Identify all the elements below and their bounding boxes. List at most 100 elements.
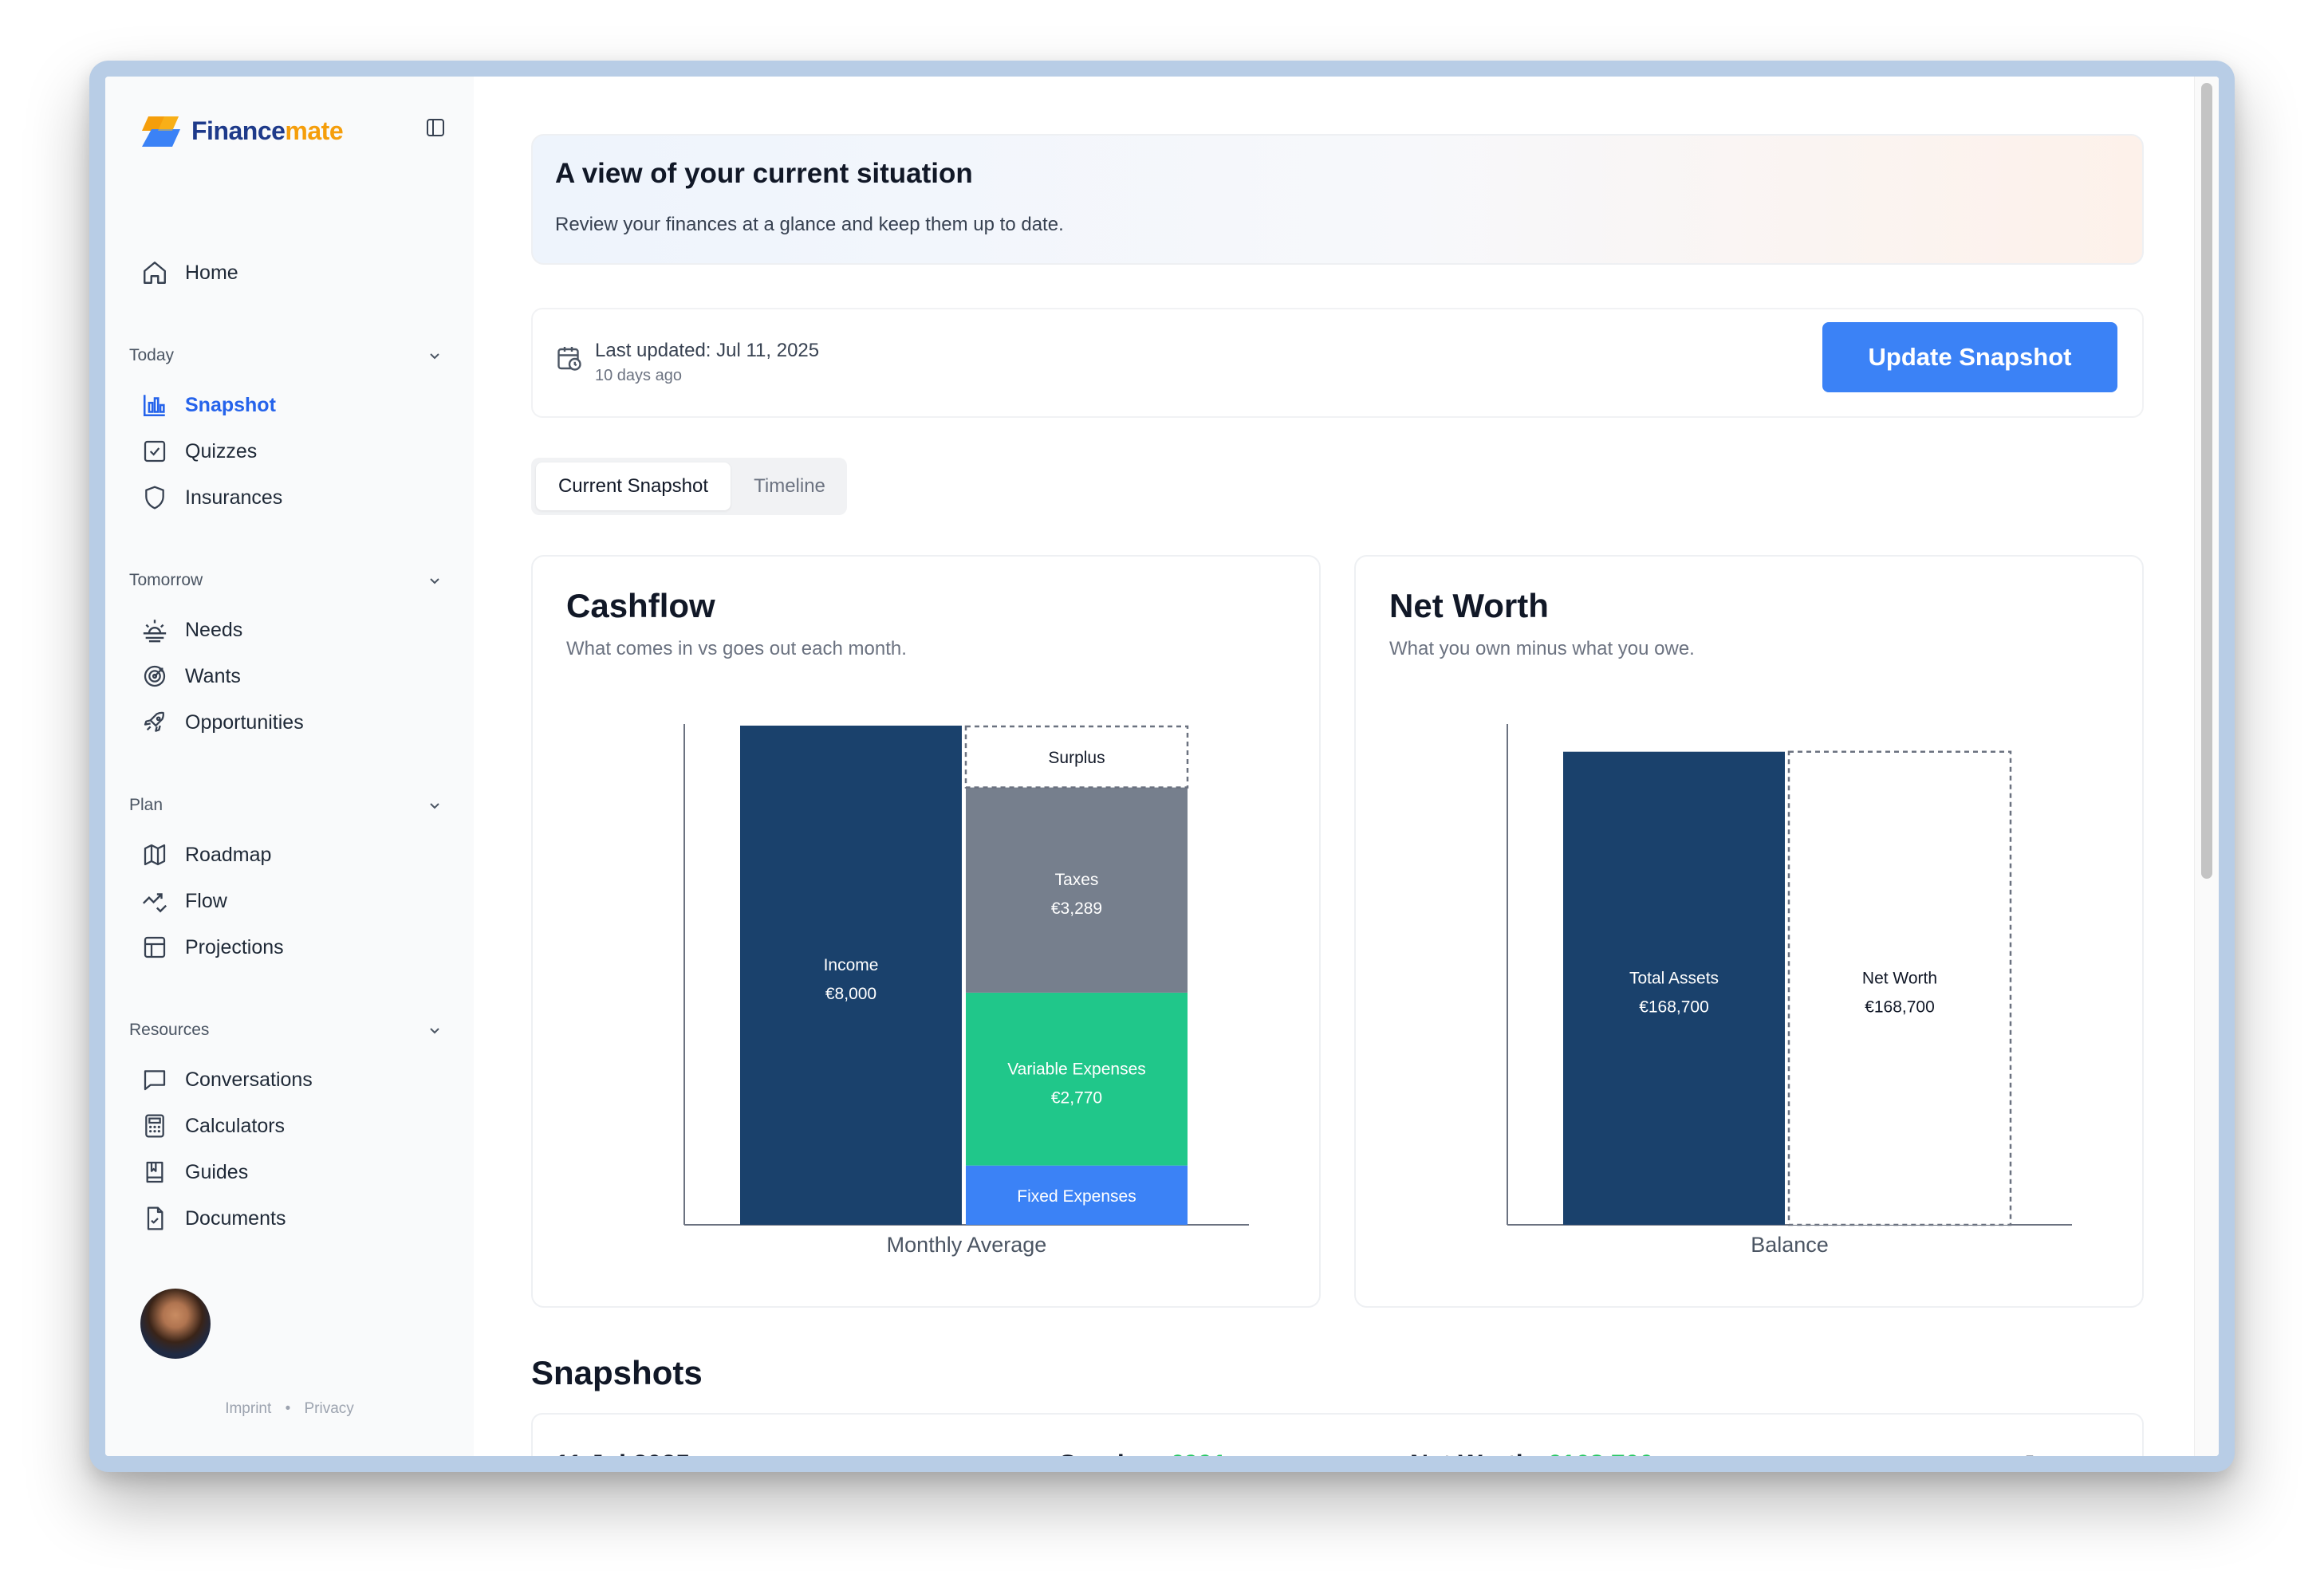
bar-variable-expenses-value-label: €2,770	[1051, 1088, 1102, 1107]
bar-taxes-value-label: €3,289	[1051, 899, 1102, 918]
snapshot-networth: Net Worth: €168,700	[1410, 1450, 1653, 1456]
section-title: Plan	[129, 796, 163, 814]
rocket-icon	[139, 706, 171, 738]
sidebar-toggle-icon	[427, 119, 444, 136]
bar-net-worth[interactable]	[1787, 750, 2012, 1226]
update-card: Last updated: Jul 11, 2025 10 days ago U…	[531, 308, 2144, 418]
bar-taxes[interactable]	[966, 787, 1188, 993]
sidebar-item-opportunities[interactable]: Opportunities	[129, 702, 448, 743]
chevron-down-icon	[430, 353, 439, 360]
privacy-link[interactable]: Privacy	[305, 1400, 354, 1417]
sidebar-item-needs[interactable]: Needs	[129, 609, 448, 651]
cashflow-chart: Income €8,000 Fixed Expenses Variable Expen…	[683, 724, 1249, 1257]
networth-value: €168,700	[1547, 1450, 1653, 1456]
sidebar-item-home[interactable]: Home	[129, 252, 448, 293]
calendar-clock-icon	[557, 347, 581, 371]
logo[interactable]: Finance mate	[140, 112, 344, 150]
section-header-today[interactable]: Today	[129, 340, 448, 372]
networth-chart: Total Assets €168,700 Net Worth €168,700 Ba…	[1507, 724, 2072, 1257]
bar-total-assets-name-label: Total Assets	[1629, 969, 1719, 987]
sidebar-item-label: Opportunities	[185, 710, 304, 734]
sidebar-item-guides[interactable]: Guides	[129, 1151, 448, 1193]
x-axis-label: Monthly Average	[887, 1233, 1047, 1257]
avatar[interactable]	[140, 1289, 211, 1359]
scrollbar[interactable]	[2194, 77, 2219, 1456]
book-icon	[139, 1156, 171, 1188]
page-subtitle: Review your finances at a glance and kee…	[555, 214, 1064, 235]
main-content: A view of your current situation Review …	[474, 77, 2219, 1456]
surplus-label: Surplus:	[1059, 1450, 1170, 1456]
bar-total-assets-value-label: €168,700	[1639, 998, 1709, 1016]
table-icon	[139, 931, 171, 963]
sidebar-item-label: Wants	[185, 664, 241, 687]
trash-icon[interactable]	[2019, 1453, 2040, 1456]
hero-banner: A view of your current situation Review …	[531, 134, 2144, 265]
cashflow-card: Cashflow What comes in vs goes out each …	[531, 555, 1321, 1308]
sidebar-item-label: Insurances	[185, 486, 283, 509]
logo-mark-icon	[142, 116, 180, 147]
surplus-value: €991	[1170, 1450, 1227, 1456]
sidebar-toggle-button[interactable]	[421, 113, 450, 142]
imprint-link[interactable]: Imprint	[225, 1400, 271, 1417]
sidebar-item-label: Documents	[185, 1206, 286, 1230]
sidebar-item-label: Quizzes	[185, 439, 258, 462]
sidebar: Finance mate Home Today Snapshot Quizzes…	[105, 77, 475, 1456]
snapshot-surplus: Surplus: €991	[1059, 1450, 1227, 1456]
networth-card: Net Worth What you own minus what you ow…	[1354, 555, 2144, 1308]
page-title: A view of your current situation	[555, 158, 973, 189]
sidebar-item-documents[interactable]: Documents	[129, 1198, 448, 1239]
chevron-down-icon	[430, 1028, 439, 1034]
section-header-resources[interactable]: Resources	[129, 1014, 448, 1046]
sidebar-item-label: Flow	[185, 889, 227, 912]
sidebar-item-label: Roadmap	[185, 843, 272, 866]
last-updated-relative: 10 days ago	[595, 367, 682, 384]
bar-surplus-name-label: Surplus	[1048, 749, 1105, 767]
section-header-plan[interactable]: Plan	[129, 789, 448, 821]
section-title: Resources	[129, 1021, 210, 1039]
sidebar-item-wants[interactable]: Wants	[129, 655, 448, 697]
home-icon	[139, 257, 171, 289]
sidebar-item-flow[interactable]: Flow	[129, 880, 448, 922]
sidebar-item-snapshot[interactable]: Snapshot	[129, 384, 448, 426]
sidebar-item-label: Calculators	[185, 1114, 286, 1137]
sidebar-item-projections[interactable]: Projections	[129, 927, 448, 968]
snapshot-row[interactable]: 11 Jul 2025 Surplus: €991 Net Worth: €16…	[531, 1413, 2144, 1456]
map-icon	[139, 839, 171, 871]
section-header-tomorrow[interactable]: Tomorrow	[129, 565, 448, 596]
x-axis-label: Balance	[1751, 1233, 1829, 1257]
checkbox-icon	[139, 435, 171, 467]
sunrise-icon	[139, 614, 171, 646]
sidebar-item-quizzes[interactable]: Quizzes	[129, 431, 448, 472]
bar-variable-expenses[interactable]	[966, 992, 1188, 1166]
sidebar-item-label: Projections	[185, 935, 284, 958]
sidebar-item-conversations[interactable]: Conversations	[129, 1059, 448, 1100]
chevron-down-icon[interactable]	[2088, 1454, 2107, 1456]
bar-variable-expenses-name-label: Variable Expenses	[1007, 1060, 1146, 1078]
trend-icon	[139, 885, 171, 917]
bar-taxes-name-label: Taxes	[1055, 871, 1099, 889]
shield-icon	[139, 482, 171, 514]
sidebar-item-calculators[interactable]: Calculators	[129, 1105, 448, 1147]
scrollbar-thumb[interactable]	[2201, 83, 2212, 879]
networth-label: Net Worth:	[1410, 1450, 1547, 1456]
sidebar-item-label: Guides	[185, 1160, 249, 1183]
brand-name-part2: mate	[285, 116, 344, 145]
last-updated-text: Last updated: Jul 11, 2025	[595, 340, 820, 361]
tab-current-snapshot[interactable]: Current Snapshot	[536, 462, 731, 510]
bar-net-worth-name-label: Net Worth	[1862, 969, 1937, 987]
window-frame: Finance mate Home Today Snapshot Quizzes…	[89, 61, 2235, 1472]
bar-net-worth-value-label: €168,700	[1865, 998, 1935, 1016]
bar-income[interactable]	[740, 726, 962, 1225]
sidebar-item-insurances[interactable]: Insurances	[129, 477, 448, 518]
sidebar-footer: Imprint • Privacy	[105, 1400, 474, 1418]
tab-timeline[interactable]: Timeline	[735, 462, 844, 510]
app-window: Finance mate Home Today Snapshot Quizzes…	[105, 77, 2219, 1456]
sidebar-item-roadmap[interactable]: Roadmap	[129, 834, 448, 876]
target-icon	[139, 660, 171, 692]
bar-total-assets[interactable]	[1563, 751, 1785, 1225]
document-icon	[139, 1202, 171, 1234]
sidebar-item-label: Needs	[185, 618, 243, 641]
bar-fixed-expenses-name-label: Fixed Expenses	[1017, 1187, 1136, 1206]
update-snapshot-button[interactable]: Update Snapshot	[1822, 322, 2117, 392]
brand-name-part1: Finance	[191, 116, 286, 145]
